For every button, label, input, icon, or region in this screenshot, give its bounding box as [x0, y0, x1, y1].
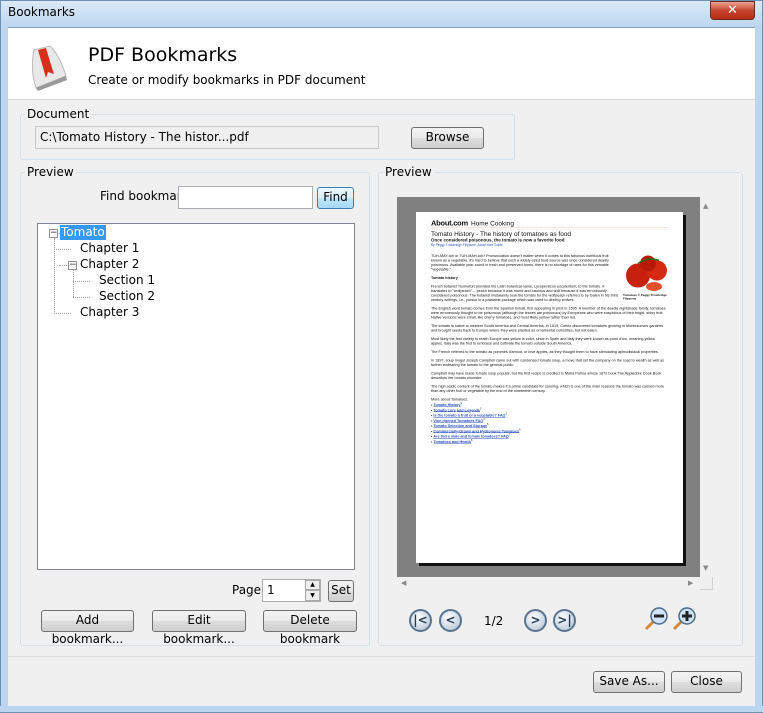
set-page-button[interactable]: Set [328, 580, 354, 602]
image-caption: Tomatoes © Peggy Trowbridge Filippone [623, 294, 667, 301]
zoom-out-icon[interactable] [643, 606, 669, 632]
pdf-paragraph: The French referred to the tomato as pom… [431, 349, 659, 355]
pdf-link[interactable]: Tomatoes and Health [433, 439, 471, 444]
tree-item-chapter-3[interactable]: Chapter 3 [80, 305, 139, 320]
preview-group-label: Preview [383, 165, 434, 179]
horizontal-scrollbar[interactable]: ◀ ▶ [397, 577, 700, 590]
header-title: PDF Bookmarks [88, 44, 238, 66]
zoom-in-icon[interactable] [671, 606, 697, 632]
pdf-page: About.com Home Cooking Tomato History - … [416, 212, 683, 563]
document-path-field[interactable]: C:\Tomato History - The histor...pdf [35, 126, 379, 149]
collapse-icon[interactable]: − [68, 261, 77, 270]
window-frame [755, 27, 763, 713]
pdf-paragraph: The high acidic content of the tomato ma… [431, 384, 665, 393]
page-label: Page: [232, 583, 266, 597]
window-title: Bookmarks [8, 5, 76, 19]
about-logo: About.com [431, 219, 468, 228]
vertical-scrollbar[interactable]: ▲ ▼ [700, 197, 713, 577]
find-button[interactable]: Find [317, 187, 354, 209]
browse-button[interactable]: Browse [411, 127, 484, 149]
document-label: Document [25, 107, 92, 121]
title-bar [0, 0, 763, 27]
pdf-section: Home Cooking [470, 219, 514, 227]
first-page-icon[interactable]: |< [409, 609, 432, 632]
bookmark-app-icon [31, 45, 67, 91]
window-frame [0, 27, 8, 713]
page-indicator: 1/2 [484, 614, 504, 628]
find-bookmark-input[interactable] [178, 186, 313, 209]
tomato-image [626, 255, 667, 291]
edit-bookmark-button[interactable]: Edit bookmark... [152, 610, 246, 646]
pdf-paragraph: The English word tomato comes from the S… [431, 306, 666, 320]
last-page-icon[interactable]: >| [553, 609, 576, 632]
bookmarks-group-label: Preview [25, 165, 76, 179]
pdf-paragraph: In 1897, soup mogul Joseph Campbell came… [431, 358, 665, 367]
spin-down-icon[interactable]: ▼ [305, 590, 320, 601]
delete-bookmark-button[interactable]: Delete bookmark [263, 610, 357, 646]
footer-divider [8, 656, 755, 657]
window-frame [0, 706, 763, 713]
tree-item-tomato[interactable]: Tomato [60, 225, 106, 240]
tree-item-section-2[interactable]: Section 2 [99, 289, 155, 304]
header: PDF Bookmarks Create or modify bookmarks… [8, 27, 755, 100]
add-bookmark-button[interactable]: Add bookmark... [41, 610, 134, 646]
collapse-icon[interactable]: − [49, 229, 58, 238]
tree-item-chapter-2[interactable]: Chapter 2 [80, 257, 139, 272]
pdf-paragraph: Campbell may have made tomato soup popul… [431, 371, 662, 380]
tree-item-chapter-1[interactable]: Chapter 1 [80, 241, 139, 256]
save-as-button[interactable]: Save As... [593, 671, 665, 693]
bookmark-tree[interactable]: − − Tomato Chapter 1 Chapter 2 Section 1… [37, 223, 355, 570]
header-subtitle: Create or modify bookmarks in PDF docume… [88, 73, 366, 87]
pdf-paragraph: Most likely the first variety to reach E… [431, 336, 655, 346]
pdf-paragraph: The tomato is native to western South Am… [431, 323, 663, 333]
spin-up-icon[interactable]: ▲ [305, 580, 320, 590]
tree-item-section-1[interactable]: Section 1 [99, 273, 155, 288]
pdf-byline: By Peggy Trowbridge Filippone, About.com… [431, 243, 503, 248]
next-page-icon[interactable]: > [524, 609, 547, 632]
close-button[interactable]: Close [671, 671, 742, 693]
close-window-button[interactable]: ✕ [710, 1, 755, 20]
pdf-title: Tomato History - The history of tomatoes… [431, 229, 668, 238]
pdf-link-item: • Tomatoes and Health8 [431, 438, 473, 444]
previous-page-icon[interactable]: < [439, 609, 462, 632]
